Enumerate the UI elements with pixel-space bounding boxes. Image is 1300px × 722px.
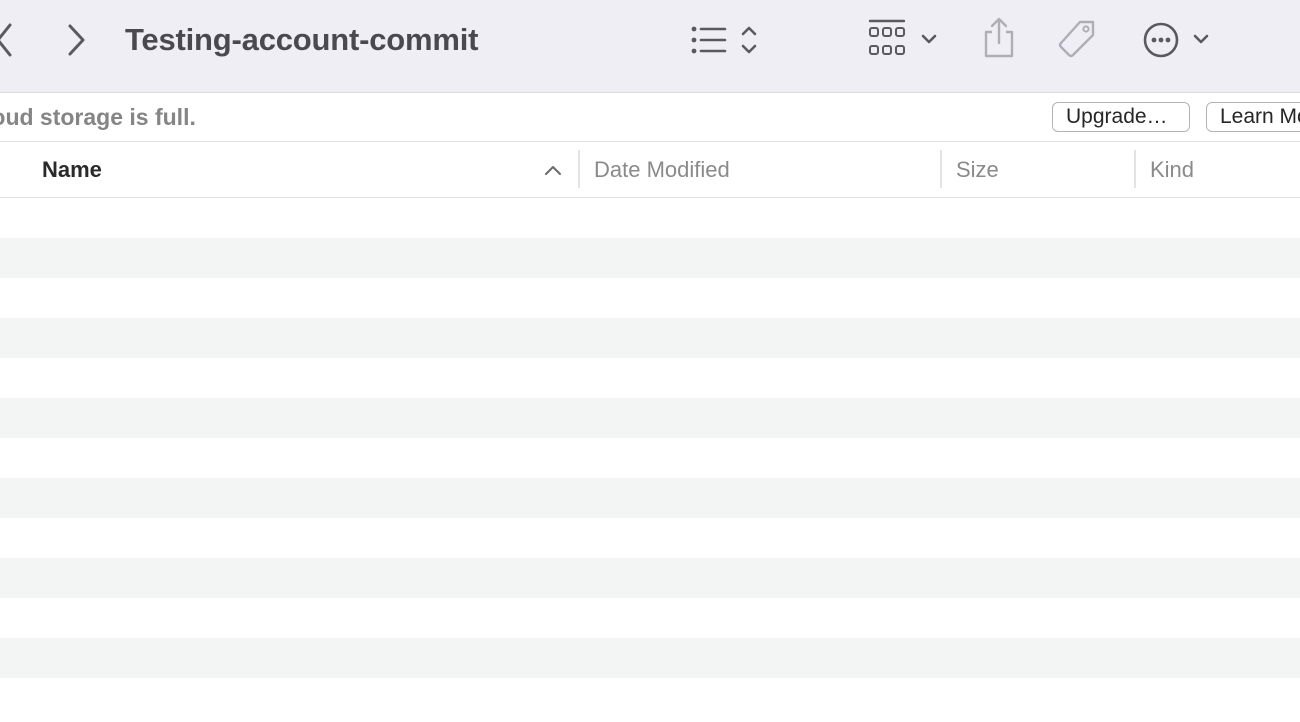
view-options-button[interactable]: [688, 20, 764, 60]
empty-row: [0, 278, 1300, 318]
empty-row: [0, 198, 1300, 238]
column-kind[interactable]: Kind: [1150, 142, 1194, 197]
toolbar: Testing-account-commit: [0, 0, 1300, 93]
empty-row: [0, 518, 1300, 558]
group-button[interactable]: [866, 18, 942, 60]
empty-row: [0, 638, 1300, 678]
share-icon: [984, 17, 1014, 58]
share-button[interactable]: [980, 16, 1018, 60]
column-name[interactable]: Name: [42, 142, 102, 197]
column-header: Name Date Modified Size Kind: [0, 142, 1300, 198]
column-divider[interactable]: [1134, 150, 1136, 188]
empty-row: [0, 598, 1300, 638]
learn-more-button[interactable]: Learn More…: [1206, 102, 1300, 132]
empty-row: [0, 558, 1300, 598]
empty-row: [0, 438, 1300, 478]
empty-row: [0, 358, 1300, 398]
tag-button[interactable]: [1056, 18, 1098, 60]
chevron-down-icon: [1193, 34, 1209, 44]
more-actions-button[interactable]: [1142, 20, 1214, 60]
column-divider[interactable]: [578, 150, 580, 188]
list-view-icon: [691, 26, 757, 54]
column-divider[interactable]: [940, 150, 942, 188]
chevron-left-icon: [0, 23, 12, 57]
chevron-down-icon: [921, 34, 937, 44]
column-date-modified[interactable]: Date Modified: [594, 142, 730, 197]
storage-full-banner: iCloud storage is full. Upgrade… Learn M…: [0, 93, 1300, 142]
empty-row: [0, 678, 1300, 718]
group-grid-icon: [868, 19, 937, 55]
file-list[interactable]: [0, 198, 1300, 718]
sort-ascending-icon: [545, 166, 561, 175]
window-title: Testing-account-commit: [125, 22, 479, 57]
back-button[interactable]: [0, 22, 16, 58]
chevron-right-icon: [68, 24, 85, 56]
empty-row: [0, 398, 1300, 438]
empty-row: [0, 478, 1300, 518]
forward-button[interactable]: [64, 22, 88, 58]
empty-row: [0, 238, 1300, 278]
ellipsis-circle-icon: [1143, 22, 1209, 58]
column-size[interactable]: Size: [956, 142, 999, 197]
empty-row: [0, 318, 1300, 358]
tag-icon: [1058, 20, 1095, 58]
upgrade-button[interactable]: Upgrade…: [1052, 102, 1190, 132]
banner-message: iCloud storage is full.: [0, 104, 196, 130]
